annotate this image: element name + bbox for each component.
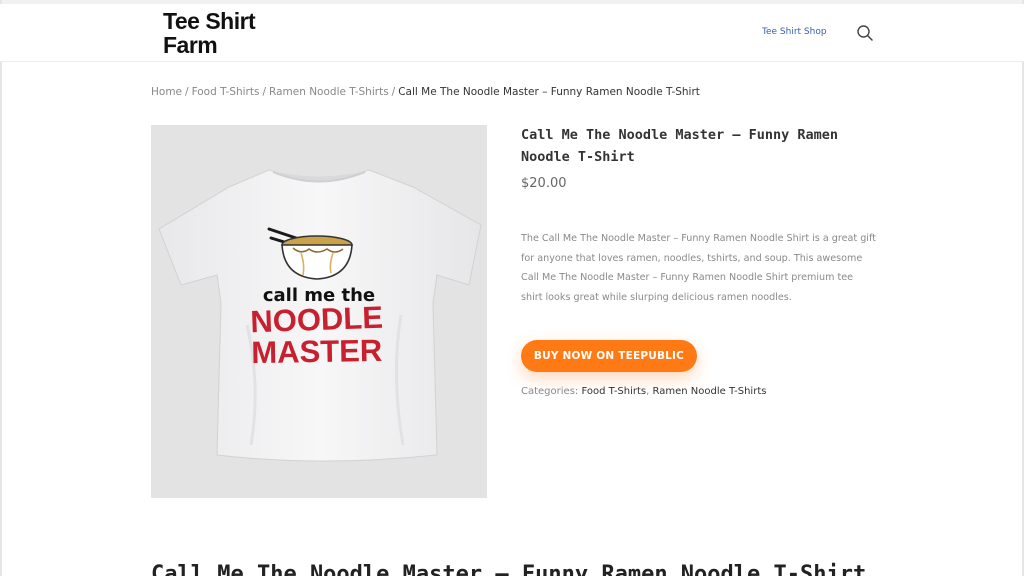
categories-label: Categories: [521,386,579,397]
product-categories: Categories: Food T-Shirts, Ramen Noodle … [521,386,766,397]
category-link-food-t-shirts[interactable]: Food T-Shirts [581,386,646,397]
section-heading: Call Me The Noodle Master – Funny Ramen … [151,562,867,576]
search-button[interactable] [855,23,875,43]
nav-tee-shirt-shop[interactable]: Tee Shirt Shop [762,27,827,37]
breadcrumb-separator: / [262,86,267,98]
breadcrumb-separator: / [185,86,189,98]
breadcrumb-ramen-noodle-t-shirts[interactable]: Ramen Noodle T-Shirts [269,86,389,98]
logo-line-1: Tee Shirt [163,8,256,34]
product-title: Call Me The Noodle Master – Funny Ramen … [521,127,838,165]
site-header: Tee Shirt Farm Tee Shirt Shop [0,4,1024,62]
breadcrumb: Home / Food T-Shirts / Ramen Noodle T-Shirts… [151,86,700,98]
product-image[interactable]: call me the NOODLE MASTER [151,125,487,498]
breadcrumb-current: Call Me The Noodle Master – Funny Ramen … [398,86,700,98]
t-shirt-image: call me the NOODLE MASTER [158,169,482,462]
breadcrumb-separator: / [391,86,396,98]
breadcrumb-home[interactable]: Home [151,86,182,98]
category-link-ramen-noodle-t-shirts[interactable]: Ramen Noodle T-Shirts [653,386,767,397]
breadcrumb-food-t-shirts[interactable]: Food T-Shirts [192,86,260,98]
product-price: $20.00 [521,176,567,191]
shirt-text-master: MASTER [251,333,382,370]
logo-line-2: Farm [163,32,218,58]
buy-now-button[interactable]: BUY NOW ON TEEPUBLIC [521,340,697,372]
product-description: The Call Me The Noodle Master – Funny Ra… [521,233,876,304]
page-left-edge [0,0,2,576]
search-icon [857,25,873,41]
site-logo[interactable]: Tee Shirt Farm [163,9,283,57]
